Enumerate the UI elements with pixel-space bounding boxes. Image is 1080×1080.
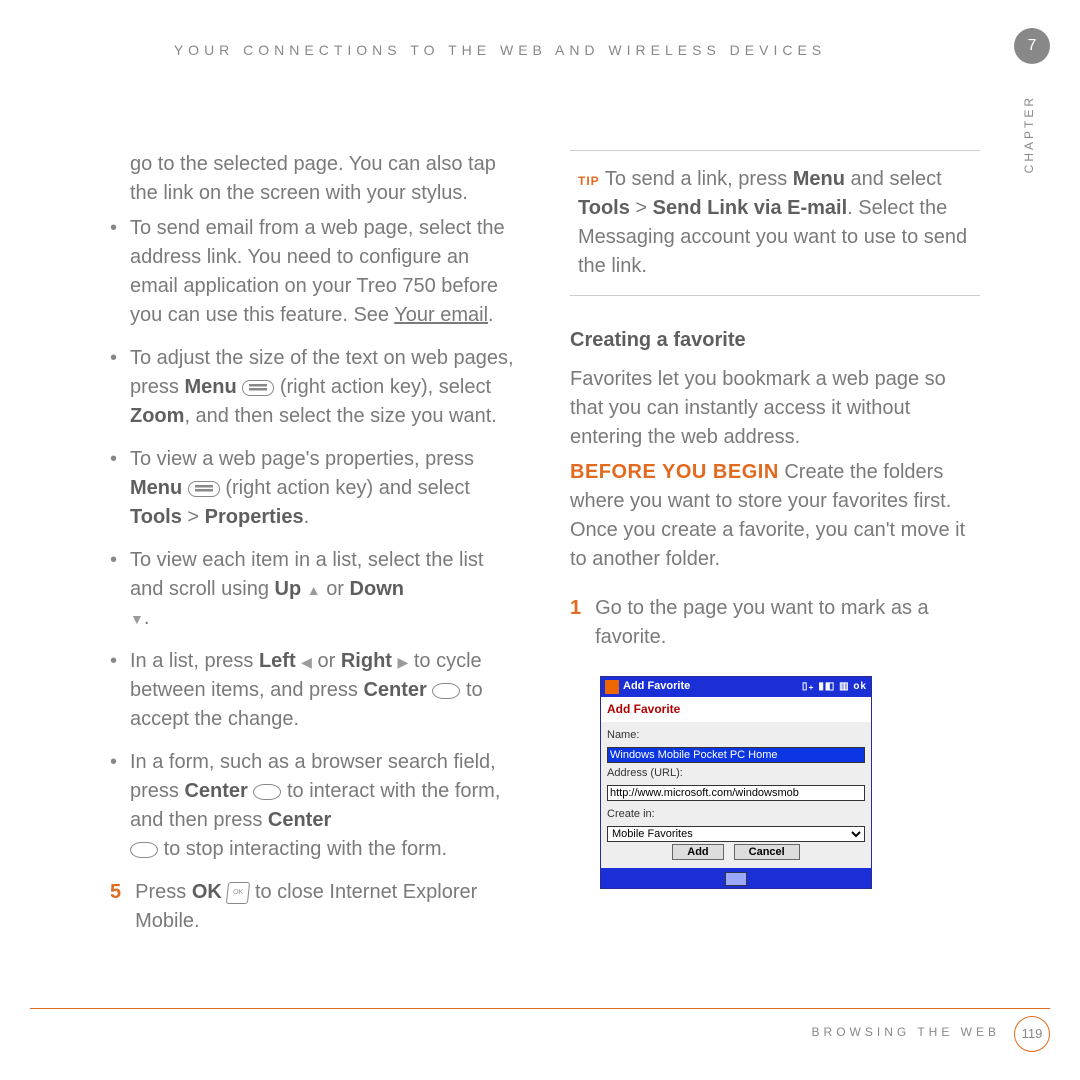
add-button[interactable]: Add <box>672 844 723 860</box>
cancel-button[interactable]: Cancel <box>734 844 800 860</box>
footer-text: BROWSING THE WEB <box>812 1024 1000 1041</box>
name-field[interactable] <box>607 747 865 763</box>
before-you-begin-label: BEFORE YOU BEGIN <box>570 461 779 483</box>
folder-label: Create in: <box>607 807 865 823</box>
down-triangle-icon: ▼ <box>130 611 144 627</box>
bottom-bar <box>601 868 871 888</box>
favorites-paragraph: Favorites let you bookmark a web page so… <box>570 365 980 452</box>
heading-creating-favorite: Creating a favorite <box>570 326 980 355</box>
left-column: go to the selected page. You can also ta… <box>110 150 520 936</box>
bullet-text-size: To adjust the size of the text on web pa… <box>110 344 520 431</box>
device-screenshot: Add Favorite ▯₊ ▮◧ ▥ ok Add Favorite Nam… <box>600 676 872 889</box>
center-key-icon <box>432 683 460 699</box>
page-number-badge: 119 <box>1014 1016 1050 1052</box>
up-triangle-icon: ▲ <box>307 582 321 598</box>
center-key-icon <box>253 784 281 800</box>
url-field[interactable] <box>607 785 865 801</box>
right-column: TIP To send a link, press Menu and selec… <box>570 150 980 936</box>
menu-key-icon <box>242 380 274 396</box>
menu-key-icon <box>188 481 220 497</box>
step-5: 5 Press OK OK to close Internet Explorer… <box>110 878 520 936</box>
titlebar: Add Favorite ▯₊ ▮◧ ▥ ok <box>601 677 871 697</box>
tip-tag: TIP <box>578 174 600 188</box>
link-your-email[interactable]: Your email <box>394 304 488 326</box>
url-label: Address (URL): <box>607 766 865 782</box>
intro-paragraph: go to the selected page. You can also ta… <box>110 150 520 208</box>
bullet-send-email: To send email from a web page, select th… <box>110 214 520 330</box>
chapter-number-badge: 7 <box>1014 28 1050 64</box>
bullet-list-cycle: In a list, press Left ◀ or Right ▶ to cy… <box>110 647 520 734</box>
tip-box: TIP To send a link, press Menu and selec… <box>570 150 980 296</box>
bullet-form-interact: In a form, such as a browser search fiel… <box>110 748 520 864</box>
chapter-label: CHAPTER <box>1021 95 1038 173</box>
ok-key-icon: OK <box>226 882 250 904</box>
right-triangle-icon: ▶ <box>398 654 409 670</box>
keyboard-icon[interactable] <box>725 872 747 886</box>
folder-select[interactable]: Mobile Favorites <box>607 826 865 842</box>
dialog-heading: Add Favorite <box>601 697 871 722</box>
step-number: 1 <box>570 594 581 652</box>
status-icons: ▯₊ ▮◧ ▥ ok <box>802 680 867 695</box>
titlebar-text: Add Favorite <box>623 679 690 695</box>
footer-divider <box>30 1008 1050 1009</box>
bullet-properties: To view a web page's properties, press M… <box>110 445 520 532</box>
step-1: 1 Go to the page you want to mark as a f… <box>570 594 980 652</box>
center-key-icon <box>130 842 158 858</box>
header-text: YOUR CONNECTIONS TO THE WEB AND WIRELESS… <box>0 40 1000 60</box>
name-label: Name: <box>607 728 865 744</box>
step-number: 5 <box>110 878 121 936</box>
before-you-begin-paragraph: BEFORE YOU BEGIN Create the folders wher… <box>570 458 980 574</box>
left-triangle-icon: ◀ <box>301 654 312 670</box>
windows-flag-icon <box>605 680 619 694</box>
bullet-list-scroll: To view each item in a list, select the … <box>110 546 520 633</box>
